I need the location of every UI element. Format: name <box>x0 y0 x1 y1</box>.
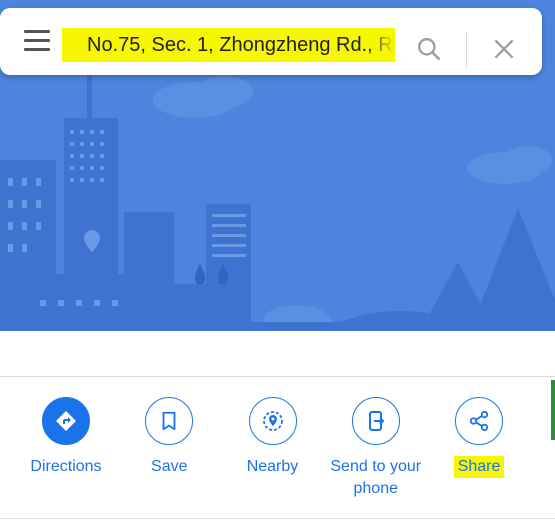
window-edge <box>551 380 555 440</box>
directions-label: Directions <box>30 458 102 475</box>
search-divider <box>466 31 467 69</box>
place-actions-bar: Directions Save Nearby Send to your phon… <box>15 397 530 517</box>
close-icon[interactable] <box>491 36 517 67</box>
search-icon[interactable] <box>416 36 442 67</box>
bottom-divider <box>0 518 555 519</box>
save-button[interactable]: Save <box>118 397 220 517</box>
share-label: Share <box>453 456 505 478</box>
directions-icon <box>42 397 90 445</box>
send-to-phone-label: Send to your phone <box>330 458 422 497</box>
send-to-phone-icon <box>351 397 400 445</box>
save-label: Save <box>151 458 188 475</box>
send-to-phone-button[interactable]: Send to your phone <box>325 397 427 517</box>
search-box: No.75, Sec. 1, Zhongzheng Rd., Re <box>0 8 542 75</box>
nearby-label: Nearby <box>246 458 299 475</box>
directions-button[interactable]: Directions <box>15 397 117 517</box>
nearby-icon <box>248 397 297 445</box>
search-input[interactable]: No.75, Sec. 1, Zhongzheng Rd., Re <box>62 28 395 62</box>
section-divider <box>0 376 555 377</box>
bookmark-icon <box>145 397 194 445</box>
share-button[interactable]: Share <box>428 397 530 517</box>
nearby-button[interactable]: Nearby <box>222 397 324 517</box>
hamburger-menu-icon[interactable] <box>24 30 50 52</box>
share-icon <box>455 397 503 445</box>
search-query-text: No.75, Sec. 1, Zhongzheng Rd., Re <box>87 34 395 56</box>
